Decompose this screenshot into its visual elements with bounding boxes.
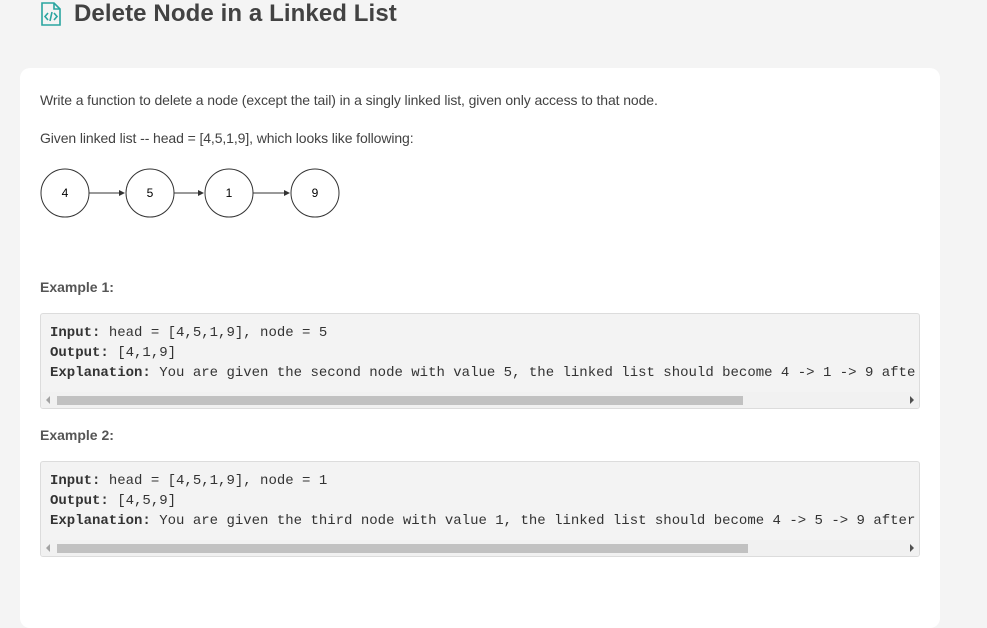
explanation-label: Explanation: xyxy=(50,513,151,529)
node-value: 4 xyxy=(62,186,69,200)
input-value: head = [4,5,1,9], node = 1 xyxy=(100,473,328,489)
explanation-label: Explanation: xyxy=(50,365,151,381)
horizontal-scrollbar[interactable] xyxy=(41,392,919,408)
example-2-title: Example 2: xyxy=(40,427,114,443)
output-value: [4,1,9] xyxy=(108,345,177,361)
scroll-left-icon[interactable] xyxy=(46,544,50,552)
code-file-icon xyxy=(41,2,61,26)
output-label: Output: xyxy=(50,493,109,509)
linked-list-diagram: 4 5 1 9 xyxy=(40,168,340,218)
list-node: 1 xyxy=(204,168,254,218)
list-node: 4 xyxy=(40,168,90,218)
node-value: 9 xyxy=(312,186,319,200)
example-1-title: Example 1: xyxy=(40,279,114,295)
page-title: Delete Node in a Linked List xyxy=(74,0,397,27)
scroll-right-icon[interactable] xyxy=(910,396,914,404)
given-list-text: Given linked list -- head = [4,5,1,9], w… xyxy=(40,130,414,146)
output-label: Output: xyxy=(50,345,109,361)
scrollbar-thumb[interactable] xyxy=(57,544,748,553)
example-1-code: Input: head = [4,5,1,9], node = 5 Output… xyxy=(40,313,920,409)
node-value: 1 xyxy=(226,186,233,200)
page-header: Delete Node in a Linked List xyxy=(40,0,397,28)
example-1-code-text: Input: head = [4,5,1,9], node = 5 Output… xyxy=(50,323,915,383)
horizontal-scrollbar[interactable] xyxy=(41,540,919,556)
example-2-code-text: Input: head = [4,5,1,9], node = 1 Output… xyxy=(50,471,915,531)
example-2-code: Input: head = [4,5,1,9], node = 1 Output… xyxy=(40,461,920,557)
problem-description: Write a function to delete a node (excep… xyxy=(40,92,658,108)
list-node: 5 xyxy=(125,168,175,218)
explanation-value: You are given the second node with value… xyxy=(150,365,915,381)
explanation-value: You are given the third node with value … xyxy=(150,513,915,529)
problem-card: Write a function to delete a node (excep… xyxy=(20,68,940,628)
input-label: Input: xyxy=(50,473,101,489)
scrollbar-thumb[interactable] xyxy=(57,396,743,405)
output-value: [4,5,9] xyxy=(108,493,177,509)
scroll-right-icon[interactable] xyxy=(910,544,914,552)
input-label: Input: xyxy=(50,325,101,341)
list-node: 9 xyxy=(290,168,340,218)
node-value: 5 xyxy=(147,186,154,200)
input-value: head = [4,5,1,9], node = 5 xyxy=(100,325,328,341)
scroll-left-icon[interactable] xyxy=(46,396,50,404)
